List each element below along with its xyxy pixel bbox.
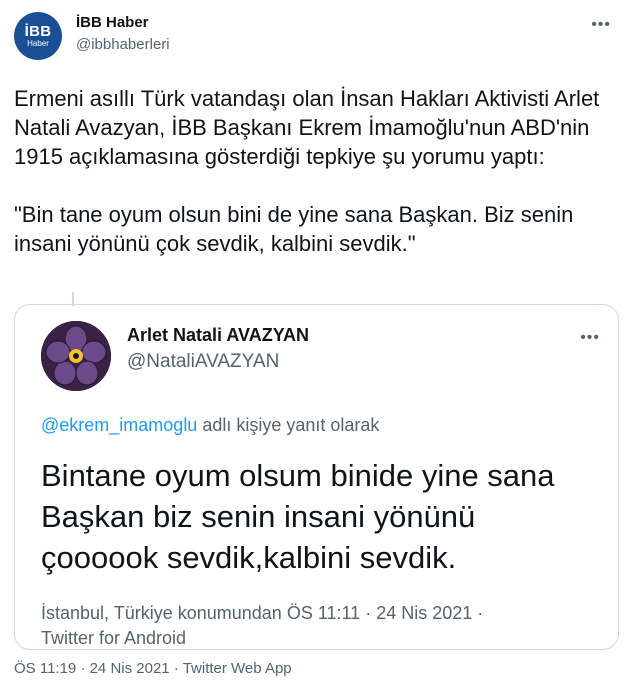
tweet-header: İBB Haber İBB Haber @ibbhaberleri •••: [14, 10, 617, 62]
avatar-logo-subtext: Haber: [27, 38, 49, 48]
author-handle[interactable]: @ibbhaberleri: [76, 36, 170, 53]
more-options-icon[interactable]: •••: [591, 16, 611, 34]
quoted-tweet[interactable]: Arlet Natali AVAZYAN @NataliAVAZYAN ••• …: [14, 304, 619, 650]
quoted-author-name[interactable]: Arlet Natali AVAZYAN: [127, 325, 309, 346]
quoted-more-options-icon[interactable]: •••: [580, 329, 600, 347]
tweet-timestamp[interactable]: ÖS 11:19 · 24 Nis 2021 · Twitter Web App: [14, 660, 292, 677]
avatar-logo-text: İBB: [24, 22, 52, 40]
avatar[interactable]: İBB Haber: [14, 12, 62, 60]
quoted-author-avatar[interactable]: [41, 321, 111, 391]
forget-me-not-flower-icon: [41, 321, 111, 391]
reply-mention-link[interactable]: @ekrem_imamoglu: [41, 415, 197, 435]
author-name[interactable]: İBB Haber: [76, 14, 149, 31]
quoted-tweet-meta: İstanbul, Türkiye konumundan ÖS 11:11 · …: [41, 603, 484, 648]
tweet-text: Ermeni asıllı Türk vatandaşı olan İnsan …: [14, 86, 600, 256]
quoted-author-handle[interactable]: @NataliAVAZYAN: [127, 351, 279, 373]
quoted-tweet-text: Bintane oyum olsum binide yine sana Başk…: [41, 458, 555, 575]
reply-context-label: adlı kişiye yanıt olarak: [197, 415, 380, 435]
reply-context: @ekrem_imamoglu adlı kişiye yanıt olarak: [41, 415, 379, 436]
